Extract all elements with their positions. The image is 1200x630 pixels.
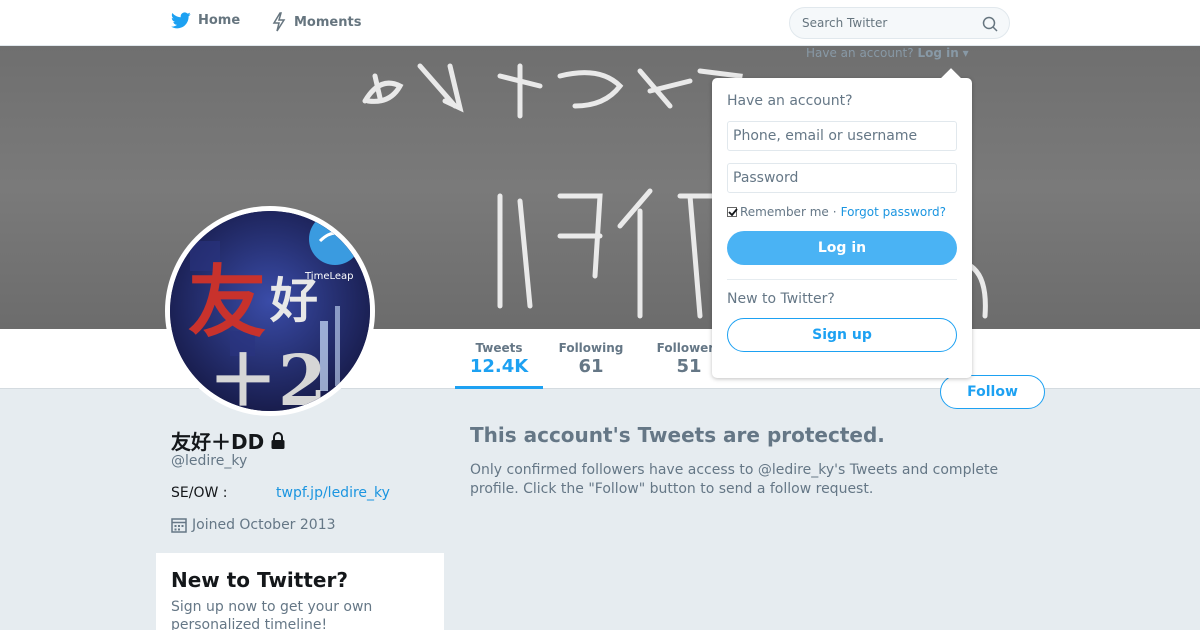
nav-home[interactable]: Home — [171, 12, 240, 29]
login-dropdown: Have an account? Phone, email or usernam… — [712, 68, 972, 378]
avatar-badge-text: TimeLeap — [304, 271, 354, 282]
avatar-glyph-1: 友 — [188, 257, 266, 348]
tweets-count: 12.4K — [469, 356, 529, 377]
joined-date-text: Joined October 2013 — [192, 517, 336, 533]
login-hint-prefix: Have an account? — [806, 46, 914, 60]
search-input[interactable]: Search Twitter — [789, 7, 1010, 39]
joined-date: Joined October 2013 — [171, 517, 336, 533]
new-to-twitter-label: New to Twitter? — [727, 291, 835, 307]
tab-following[interactable]: Following 61 — [553, 341, 629, 377]
remember-row: Remember me · Forgot password? — [727, 205, 957, 219]
checkmark-icon — [728, 208, 738, 217]
nav-moments[interactable]: Moments — [271, 12, 361, 32]
top-navigation-bar: Home Moments Search Twitter — [0, 0, 1200, 46]
lock-icon — [271, 431, 285, 449]
tab-tweets[interactable]: Tweets 12.4K — [455, 341, 543, 389]
password-placeholder: Password — [733, 170, 799, 186]
dropdown-divider — [727, 279, 957, 280]
signup-card: New to Twitter? Sign up now to get your … — [156, 553, 444, 630]
profile-handle[interactable]: @ledire_ky — [171, 453, 247, 469]
protected-text: Only confirmed followers have access to … — [470, 462, 999, 497]
login-link[interactable]: Log in — [917, 46, 958, 60]
tweets-label: Tweets — [475, 341, 523, 355]
forgot-password-link[interactable]: Forgot password? — [841, 205, 946, 219]
signup-card-text: Sign up now to get your own personalized… — [171, 599, 373, 630]
bio-text: SE/OW : — [171, 485, 228, 501]
search-placeholder: Search Twitter — [802, 16, 888, 30]
signup-card-title: New to Twitter? — [171, 568, 348, 592]
search-icon[interactable] — [982, 16, 998, 32]
login-button[interactable]: Log in — [727, 231, 957, 265]
caret-down-icon: ▾ — [958, 46, 969, 60]
remember-separator: · — [832, 205, 837, 219]
username-field[interactable]: Phone, email or username — [727, 121, 957, 151]
avatar-glyph-3: ＋2 — [208, 339, 327, 411]
twitter-bird-icon — [171, 12, 191, 29]
password-field[interactable]: Password — [727, 163, 957, 193]
bio-link[interactable]: twpf.jp/ledire_ky — [276, 485, 390, 501]
following-label: Following — [558, 341, 624, 355]
login-hint: Have an account? Log in ▾ — [806, 46, 969, 60]
signup-button[interactable]: Sign up — [727, 318, 957, 352]
profile-name: 友好＋DD — [171, 426, 286, 455]
nav-moments-label: Moments — [294, 14, 362, 30]
calendar-icon — [171, 518, 187, 533]
avatar[interactable]: 友 好 ＋2 TimeLeap — [165, 206, 375, 416]
nav-home-label: Home — [198, 13, 241, 28]
remember-checkbox[interactable] — [727, 207, 738, 217]
following-count: 61 — [578, 356, 604, 377]
lightning-icon — [272, 12, 286, 32]
login-dropdown-title: Have an account? — [727, 93, 853, 109]
username-placeholder: Phone, email or username — [733, 128, 918, 144]
protected-title: This account's Tweets are protected. — [470, 423, 885, 447]
remember-label: Remember me — [740, 205, 829, 219]
profile-name-text: 友好＋DD — [171, 430, 265, 454]
follow-button[interactable]: Follow — [940, 375, 1045, 409]
